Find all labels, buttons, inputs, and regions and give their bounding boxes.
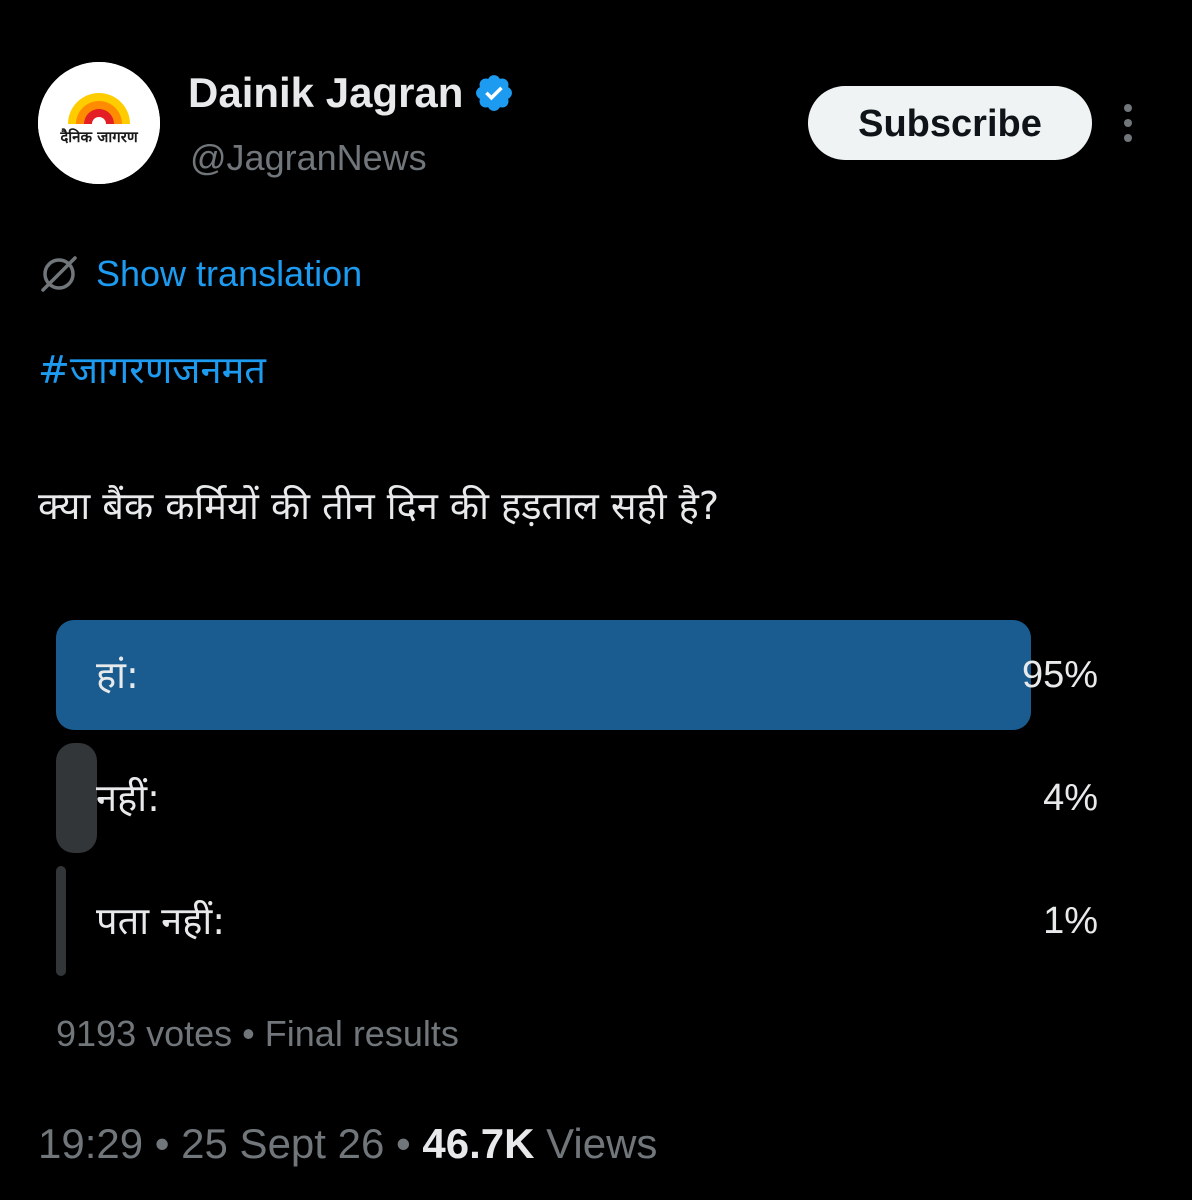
more-vertical-icon[interactable] xyxy=(1112,100,1144,146)
translate-icon xyxy=(41,256,77,292)
subscribe-button[interactable]: Subscribe xyxy=(808,86,1092,160)
hashtag-link[interactable]: #जागरणजनमत xyxy=(38,342,266,398)
tweet-date[interactable]: 25 Sept 26 xyxy=(181,1120,384,1167)
poll-option-label: नहीं: xyxy=(96,776,160,820)
poll-bar xyxy=(56,866,66,976)
poll-votes: 9193 votes xyxy=(56,1013,233,1054)
poll-bar xyxy=(56,743,97,853)
poll-option: पता नहीं: 1% xyxy=(56,866,1098,976)
avatar[interactable]: दैनिक जागरण xyxy=(38,62,160,184)
author-name[interactable]: Dainik Jagran xyxy=(188,68,463,118)
poll-meta: 9193 votes • Final results xyxy=(56,1010,459,1058)
poll-option-label: हां: xyxy=(96,653,139,697)
poll-option: नहीं: 4% xyxy=(56,743,1098,853)
poll-option-label: पता नहीं: xyxy=(96,899,226,943)
poll-option-percent: 1% xyxy=(1043,900,1098,942)
dainik-jagran-logo xyxy=(38,62,160,184)
separator-dot: • xyxy=(242,1013,255,1054)
separator-dot: • xyxy=(396,1120,411,1167)
tweet-footer: 19:29 • 25 Sept 26 • 46.7K Views xyxy=(38,1116,657,1172)
author-name-row[interactable]: Dainik Jagran xyxy=(188,68,515,118)
tweet-time[interactable]: 19:29 xyxy=(38,1120,143,1167)
tweet-text: क्या बैंक कर्मियों की तीन दिन की हड़ताल … xyxy=(38,484,720,528)
poll-option: हां: 95% xyxy=(56,620,1098,730)
views-count[interactable]: 46.7K xyxy=(422,1120,534,1167)
poll-option-percent: 95% xyxy=(1021,654,1098,696)
verified-badge-icon xyxy=(476,75,513,111)
poll-bar xyxy=(56,620,1031,730)
author-handle[interactable]: @JagranNews xyxy=(190,136,427,180)
views-label: Views xyxy=(546,1120,658,1167)
show-translation-label[interactable]: Show translation xyxy=(96,250,362,298)
poll-option-percent: 4% xyxy=(1043,777,1098,819)
poll-status: Final results xyxy=(264,1013,459,1054)
show-translation-link[interactable]: Show translation xyxy=(38,250,362,298)
logo-text: दैनिक जागरण xyxy=(60,128,138,146)
separator-dot: • xyxy=(154,1120,170,1167)
